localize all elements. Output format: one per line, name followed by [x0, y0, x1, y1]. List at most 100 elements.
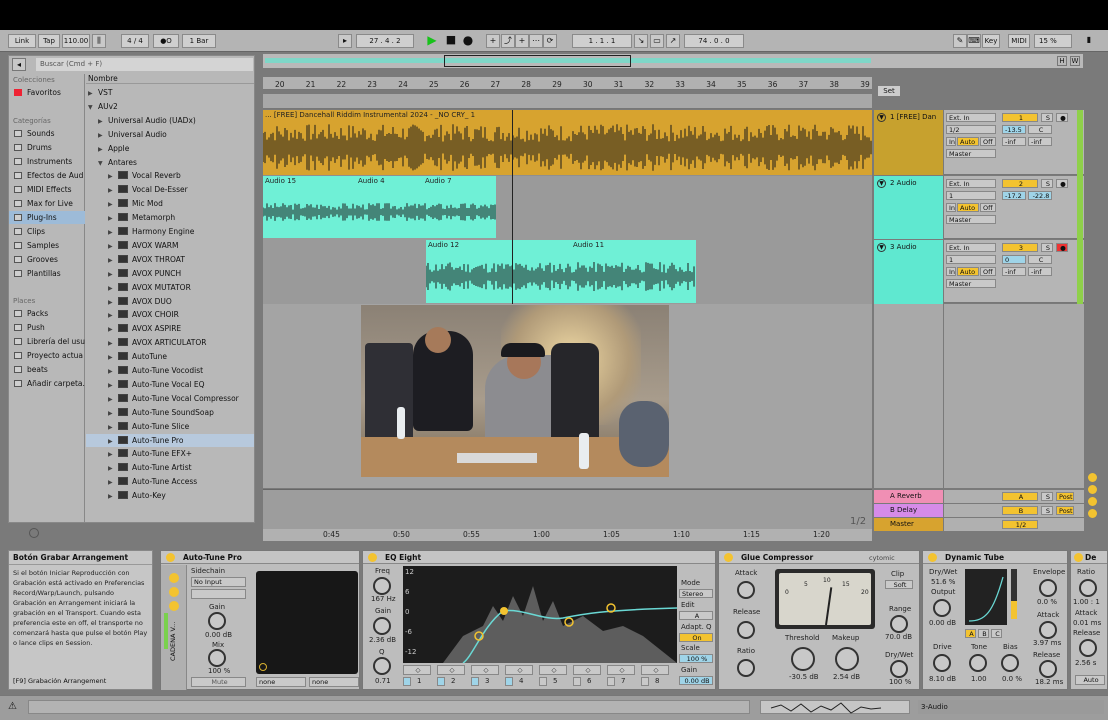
input-channel-select[interactable]: 1 [946, 191, 996, 200]
expand-icon[interactable]: ▼ [88, 101, 98, 113]
return-post-button[interactable]: Post [1056, 506, 1074, 515]
eq-display[interactable]: 12 6 0 -6 -12 [403, 566, 678, 664]
sidebar-item-favorites[interactable]: Favoritos [9, 86, 85, 99]
set-button[interactable]: Set [878, 86, 900, 96]
return-track-header[interactable]: Master [874, 518, 943, 531]
envelope-knob[interactable] [1039, 579, 1057, 597]
band-filter-select[interactable]: ◇ [403, 665, 431, 675]
output-select[interactable]: Master [946, 279, 996, 288]
tube-release-value[interactable]: 18.2 ms [1035, 678, 1063, 686]
sidebar-item-category[interactable]: Samples [9, 239, 85, 252]
drive-knob[interactable] [933, 654, 951, 672]
tap-button[interactable]: Tap [38, 34, 60, 48]
monitor-off-button[interactable]: Off [980, 203, 996, 212]
return-solo-button[interactable]: S [1041, 492, 1053, 501]
volume-field[interactable]: -13.5 [1002, 125, 1026, 134]
draw-mode-icon[interactable]: ✎ [953, 34, 967, 48]
expand-icon[interactable]: ▶ [108, 226, 118, 238]
mode-select[interactable]: Stereo [679, 589, 713, 598]
arm-record-icon[interactable]: ● [1056, 179, 1068, 188]
locator-lane[interactable] [263, 94, 872, 109]
expand-icon[interactable]: ▶ [108, 296, 118, 308]
capture-icon[interactable]: + [515, 34, 529, 48]
band-filter-select[interactable]: ◇ [573, 665, 601, 675]
expand-icon[interactable]: ▶ [108, 476, 118, 488]
gain-knob[interactable] [208, 612, 226, 630]
browser-item[interactable]: ▶ Auto-Tune SoundSoap [86, 406, 254, 419]
browser-item[interactable]: ▶ Auto-Tune Pro [86, 433, 254, 447]
browser-item[interactable]: ▶ Vocal De-Esser [86, 183, 254, 196]
link-button[interactable]: Link [8, 34, 36, 48]
sidebar-item-place[interactable]: Packs [9, 307, 85, 320]
loop-switch-icon[interactable]: ▭ [650, 34, 664, 48]
band-toggle[interactable] [641, 677, 649, 686]
sidechain-channel-select[interactable] [191, 589, 246, 599]
browser-item[interactable]: ▶ Auto-Tune Vocal Compressor [86, 392, 254, 405]
release-knob[interactable] [737, 621, 755, 639]
eq-title[interactable]: EQ Eight [363, 551, 715, 564]
return-activator[interactable]: 1/2 [1002, 520, 1038, 529]
sidebar-item-category[interactable]: Drums [9, 141, 85, 154]
device-power-icon[interactable] [724, 553, 733, 562]
sidebar-item-category[interactable]: Max for Live [9, 197, 85, 210]
clip-overview[interactable] [760, 700, 910, 714]
glue-drywet-value[interactable]: 100 % [889, 678, 911, 686]
browser-item[interactable]: ▶ AVOX PUNCH [86, 267, 254, 280]
partial-auto-toggle[interactable]: Auto [1075, 675, 1105, 685]
threshold-knob[interactable] [791, 647, 815, 671]
track-fold-icon[interactable]: ▼ [877, 243, 886, 252]
makeup-knob[interactable] [835, 647, 859, 671]
expand-icon[interactable]: ▶ [108, 448, 118, 460]
band-toggle[interactable] [505, 677, 513, 686]
browser-item[interactable]: ▶ AVOX ASPIRE [86, 322, 254, 335]
tube-attack-knob[interactable] [1039, 621, 1057, 639]
band-toggle[interactable] [607, 677, 615, 686]
sidebar-item-category[interactable]: Clips [9, 225, 85, 238]
monitor-in-button[interactable]: In [946, 267, 956, 276]
track-fold-icon[interactable]: ▼ [877, 113, 886, 122]
browser-item[interactable]: ▶ AVOX WARM [86, 239, 254, 252]
name-column-header[interactable]: Nombre [86, 74, 254, 84]
loop-icon[interactable]: ⟳ [543, 34, 557, 48]
device-power-icon[interactable] [166, 553, 175, 562]
monitor-auto-button[interactable]: Auto [957, 267, 979, 276]
makeup-value[interactable]: 2.54 dB [833, 673, 860, 681]
band-filter-select[interactable]: ◇ [437, 665, 465, 675]
tone-knob[interactable] [969, 654, 987, 672]
tube-output-value[interactable]: 0.00 dB [929, 619, 956, 627]
expand-icon[interactable]: ▶ [108, 198, 118, 210]
rack-chain-icon[interactable] [169, 587, 179, 597]
expand-icon[interactable]: ▶ [98, 115, 108, 127]
overview-visible-range[interactable] [444, 55, 631, 67]
expand-icon[interactable]: ▶ [108, 282, 118, 294]
pan-field[interactable]: C [1028, 255, 1052, 264]
track-header-1[interactable]: ▼ 1 [FREE] Dan [874, 110, 943, 175]
track-header-3[interactable]: ▼ 3 Audio [874, 240, 943, 304]
output-select[interactable]: Master [946, 215, 996, 224]
expand-icon[interactable]: ▶ [108, 212, 118, 224]
route-select-2[interactable]: none [309, 677, 359, 687]
browser-item[interactable]: ▶ Metamorph [86, 211, 254, 224]
clip-audio-15[interactable]: Audio 15 Audio 4 Audio 7 [263, 176, 496, 238]
expand-icon[interactable]: ▶ [108, 337, 118, 349]
punch-in-icon[interactable]: ↘ [634, 34, 648, 48]
loop-length-field[interactable]: 74 . 0 . 0 [684, 34, 744, 48]
sidebar-item-place[interactable]: Añadir carpeta... [9, 377, 85, 390]
device-power-icon[interactable] [1074, 553, 1083, 562]
tube-mode-button[interactable]: B [978, 629, 989, 638]
clip-audio-12[interactable]: Audio 12 Audio 11 [426, 240, 696, 303]
warning-icon[interactable]: ⚠ [8, 701, 20, 713]
adapt-q-toggle[interactable]: On [679, 633, 713, 642]
browser-item[interactable]: ▶ Auto-Tune EFX+ [86, 447, 254, 460]
sidebar-item-place[interactable]: beats [9, 363, 85, 376]
sidebar-item-place[interactable]: Push [9, 321, 85, 334]
expand-icon[interactable]: ▶ [88, 87, 98, 99]
expand-icon[interactable]: ▶ [108, 421, 118, 433]
volume-field[interactable]: 0 [1002, 255, 1026, 264]
mix-value[interactable]: 100 % [208, 667, 230, 675]
browser-item[interactable]: ▶ Vocal Reverb [86, 169, 254, 182]
overview-strip[interactable]: H W [263, 54, 1083, 68]
sidebar-item-category[interactable]: MIDI Effects [9, 183, 85, 196]
clip-view-icon[interactable] [1088, 473, 1097, 482]
browser-item[interactable]: ▶ Apple [86, 142, 254, 155]
